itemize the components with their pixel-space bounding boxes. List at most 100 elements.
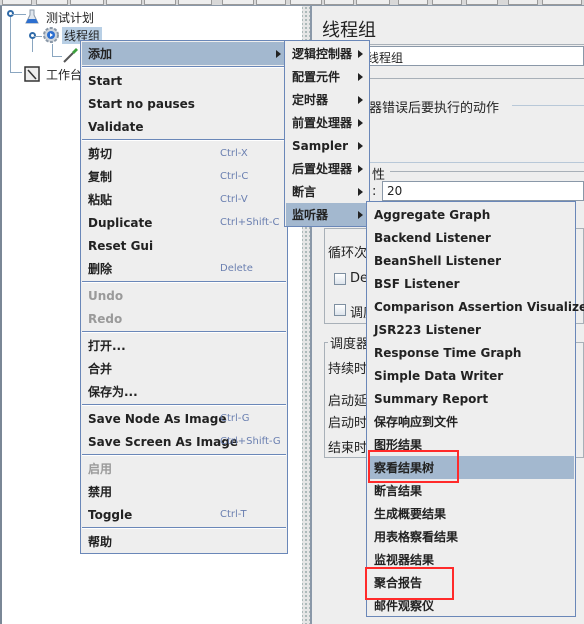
gear-icon — [42, 26, 60, 44]
add-menu-item-item-6[interactable]: 断言 — [286, 180, 368, 203]
menu-item-save-node-as-image[interactable]: Save Node As Image Ctrl-G — [82, 407, 286, 430]
listener-item-aggregate-graph[interactable]: Aggregate Graph — [368, 203, 574, 226]
add-submenu[interactable]: 逻辑控制器 配置元件 定时器 前置处理器 Sampler 后置处理器断言监听器 — [284, 40, 370, 227]
add-menu-item-item-7[interactable]: 监听器 — [286, 203, 368, 226]
menu-item-label: Validate — [88, 119, 144, 134]
context-menu[interactable]: 添加 Start Start no pauses Validate 剪切 Ctrl-X 复制… — [80, 40, 288, 554]
menu-item-label: Summary Report — [374, 391, 489, 406]
menu-item-label: Comparison Assertion Visualizer — [374, 299, 584, 314]
menu-item-item-11[interactable]: 删除 Delete — [82, 257, 286, 280]
listener-item-response-time-graph[interactable]: Response Time Graph — [368, 341, 574, 364]
add-menu-item-item-3[interactable]: 前置处理器 — [286, 111, 368, 134]
menu-item-label: Start no pauses — [88, 96, 195, 111]
listener-item-item-15[interactable]: 监视器结果 — [368, 548, 574, 571]
menu-item-toggle[interactable]: Toggle Ctrl-T — [82, 503, 286, 526]
listener-item-item-17[interactable]: 邮件观察仪 — [368, 594, 574, 617]
menu-item-undo[interactable]: Undo — [82, 284, 286, 307]
menu-separator — [82, 331, 286, 333]
menu-item-save-screen-as-image[interactable]: Save Screen As Image Ctrl+Shift-G — [82, 430, 286, 453]
listener-item-summary-report[interactable]: Summary Report — [368, 387, 574, 410]
listener-item-item-14[interactable]: 用表格察看结果 — [368, 525, 574, 548]
flask-icon — [24, 9, 40, 25]
menu-item-start[interactable]: Start — [82, 69, 286, 92]
listener-item-simple-data-writer[interactable]: Simple Data Writer — [368, 364, 574, 387]
listener-item-item-13[interactable]: 生成概要结果 — [368, 502, 574, 525]
menu-item-item-23[interactable]: 启用 — [82, 457, 286, 480]
menu-item-start-no-pauses[interactable]: Start no pauses — [82, 92, 286, 115]
menu-item-label: BSF Listener — [374, 276, 460, 291]
listener-item-backend-listener[interactable]: Backend Listener — [368, 226, 574, 249]
tree-line — [34, 36, 42, 37]
listener-item-comparison-assertion-visualizer[interactable]: Comparison Assertion Visualizer — [368, 295, 584, 318]
submenu-arrow-icon — [358, 164, 363, 173]
menu-item-redo[interactable]: Redo — [82, 307, 286, 330]
menu-item-item-6[interactable]: 剪切 Ctrl-X — [82, 142, 286, 165]
tree-item-label: 工作台 — [46, 67, 83, 82]
menu-item-label: 合并 — [88, 362, 113, 376]
add-menu-item-item-5[interactable]: 后置处理器 — [286, 157, 368, 180]
name-field[interactable]: 线程组 — [362, 46, 584, 66]
menu-item-label: 断言 — [292, 185, 317, 199]
menu-item-label: 帮助 — [88, 535, 113, 549]
menu-item-label: 添加 — [88, 47, 113, 61]
listener-item-bsf-listener[interactable]: BSF Listener — [368, 272, 574, 295]
add-menu-item-item-2[interactable]: 定时器 — [286, 88, 368, 111]
thread-count-field[interactable]: 20 — [382, 181, 584, 201]
menu-item-label: Save Node As Image — [88, 411, 227, 426]
tree-line — [52, 44, 53, 56]
listener-item-item-9[interactable]: 保存响应到文件 — [368, 410, 574, 433]
submenu-arrow-icon — [358, 72, 363, 81]
listener-item-item-16[interactable]: 聚合报告 — [368, 571, 574, 594]
menu-item-item-27[interactable]: 帮助 — [82, 530, 286, 553]
add-menu-item-item-0[interactable]: 逻辑控制器 — [286, 42, 368, 65]
menu-item-item-17[interactable]: 合并 — [82, 357, 286, 380]
menu-item-item-0[interactable]: 添加 — [82, 42, 286, 65]
menu-item-item-24[interactable]: 禁用 — [82, 480, 286, 503]
shortcut-label: Ctrl-G — [220, 413, 250, 424]
menu-item-item-7[interactable]: 复制 Ctrl-C — [82, 165, 286, 188]
menu-item-item-16[interactable]: 打开... — [82, 334, 286, 357]
submenu-arrow-icon — [358, 95, 363, 104]
menu-item-label: 剪切 — [88, 147, 113, 161]
startup-delay-label: 启动延 — [328, 394, 368, 409]
shortcut-label: Delete — [220, 263, 253, 274]
menu-separator — [82, 281, 286, 283]
listener-item-item-11[interactable]: 察看结果树 — [368, 456, 574, 479]
submenu-arrow-icon — [358, 210, 363, 219]
menu-item-reset-gui[interactable]: Reset Gui — [82, 234, 286, 257]
menu-item-duplicate[interactable]: Duplicate Ctrl+Shift-C — [82, 211, 286, 234]
menu-item-label: 邮件观察仪 — [374, 599, 435, 613]
tree-item-test-plan[interactable]: 测试计划 — [24, 8, 96, 26]
scheduler-checkbox[interactable] — [334, 304, 346, 316]
listener-item-item-12[interactable]: 断言结果 — [368, 479, 574, 502]
listener-item-item-10[interactable]: 图形结果 — [368, 433, 574, 456]
menu-item-validate[interactable]: Validate — [82, 115, 286, 138]
menu-item-item-8[interactable]: 粘贴 Ctrl-V — [82, 188, 286, 211]
tree-line — [10, 14, 11, 72]
menu-item-label: 保存响应到文件 — [374, 415, 459, 429]
delay-checkbox[interactable] — [334, 273, 346, 285]
menu-item-label: 断言结果 — [374, 484, 423, 498]
menu-item-label: Reset Gui — [88, 238, 154, 253]
menu-item-label: 打开... — [88, 339, 126, 353]
add-menu-item-item-1[interactable]: 配置元件 — [286, 65, 368, 88]
menu-item-label: Start — [88, 73, 123, 88]
scheduler-group-label: 调度器 — [328, 333, 372, 352]
menu-item-label: Response Time Graph — [374, 345, 522, 360]
tree-item-child[interactable] — [62, 46, 80, 64]
notepad-icon — [24, 66, 40, 82]
add-menu-item-sampler[interactable]: Sampler — [286, 134, 368, 157]
shortcut-label: Ctrl+Shift-C — [220, 217, 280, 228]
menu-item-label: 删除 — [88, 262, 113, 276]
menu-item-label: Save Screen As Image — [88, 434, 238, 449]
menu-item-item-18[interactable]: 保存为... — [82, 380, 286, 403]
listener-item-beanshell-listener[interactable]: BeanShell Listener — [368, 249, 574, 272]
menu-item-label: 粘贴 — [88, 193, 113, 207]
shortcut-label: Ctrl-C — [220, 171, 249, 182]
listener-submenu[interactable]: Aggregate Graph Backend Listener BeanShell… — [366, 201, 584, 617]
submenu-arrow-icon — [276, 49, 281, 58]
loop-count-label: 循环次 — [328, 246, 368, 261]
listener-item-jsr223-listener[interactable]: JSR223 Listener — [368, 318, 574, 341]
menu-item-label: 启用 — [88, 462, 113, 476]
tree-item-workbench[interactable]: 工作台 — [24, 65, 84, 83]
